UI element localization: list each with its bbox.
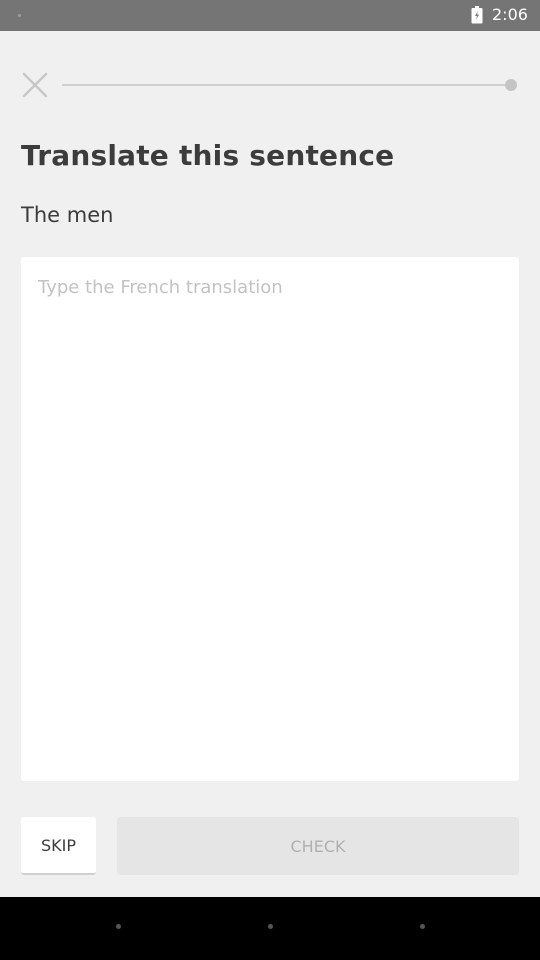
back-nav-icon[interactable] <box>116 924 121 929</box>
lesson-progress-bar <box>62 84 514 86</box>
recents-nav-icon[interactable] <box>420 924 425 929</box>
close-icon[interactable] <box>21 71 49 99</box>
progress-end-marker <box>505 79 517 91</box>
source-sentence: The men <box>21 203 114 227</box>
translation-box <box>21 257 519 781</box>
status-bar: 2:06 <box>0 0 540 31</box>
status-time: 2:06 <box>492 5 528 24</box>
check-button[interactable]: CHECK <box>117 817 519 875</box>
skip-button[interactable]: SKIP <box>21 817 96 875</box>
page-title: Translate this sentence <box>21 139 395 172</box>
home-nav-icon[interactable] <box>268 924 273 929</box>
battery-icon <box>471 6 483 24</box>
notification-dot-icon <box>18 14 21 17</box>
navigation-bar <box>0 897 540 960</box>
translation-input[interactable] <box>38 277 502 761</box>
